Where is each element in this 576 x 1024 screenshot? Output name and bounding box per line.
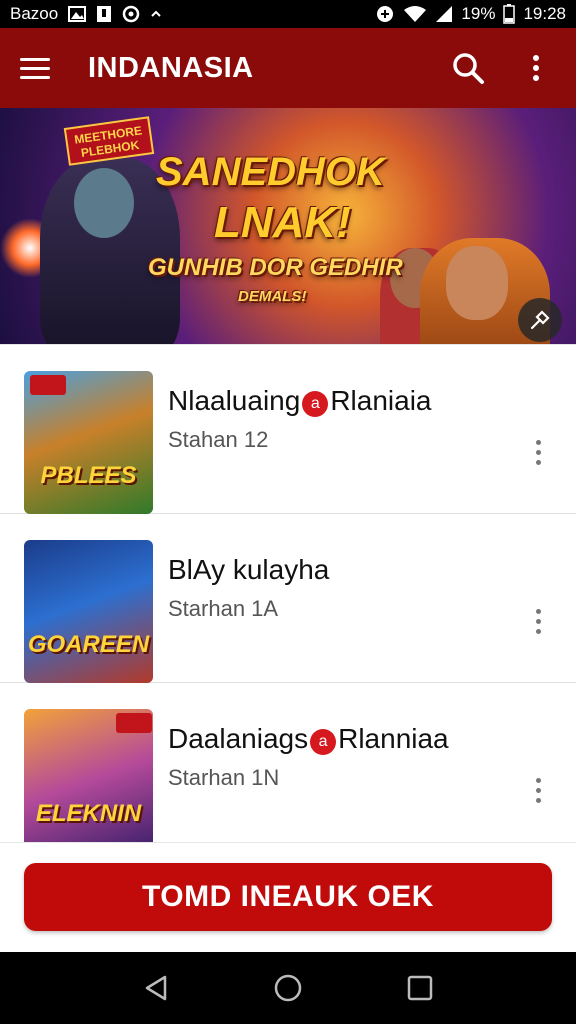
app-bar: INDANASIA [0,28,576,108]
list-item[interactable]: PBLEES Nlaaluaing a Rlaniaia Stahan 12 [0,345,576,514]
menu-icon[interactable] [20,48,60,88]
list-item[interactable]: ELEKNIN Daalaniags a Rlanniaa Starhan 1N [0,683,576,842]
search-icon[interactable] [448,48,488,88]
item-subtitle: Starhan 1N [168,765,280,790]
banner-badge: MEETHORE PLEBHOK [63,116,155,166]
title-badge: a [310,729,337,755]
item-title: Nlaaluaing a Rlaniaia [168,385,432,417]
pin-icon[interactable] [518,298,562,342]
more-vert-icon[interactable] [528,435,548,469]
title-badge: a [302,391,329,417]
status-bar: Bazoo 19% 19:28 [0,0,576,28]
banner-hero-left-head [74,168,134,238]
wifi-icon [403,5,427,23]
list-item[interactable]: GOAREEN BlAy kulayha Starhan 1A [0,514,576,683]
recents-icon[interactable] [400,968,440,1008]
clock: 19:28 [523,4,566,23]
game-thumbnail[interactable]: GOAREEN [24,540,153,683]
app-title: INDANASIA [88,51,254,84]
primary-cta-button[interactable]: TOMD INEAUK OEK [24,863,552,931]
signal-icon [435,5,453,23]
item-title-part: Rlanniaa [338,723,449,754]
thumbnail-badge [116,713,152,733]
banner-title-line1: SANEDHOK [156,150,385,194]
more-vert-icon[interactable] [516,48,556,88]
system-nav-bar [0,952,576,1024]
banner-title-line4: DEMALS! [238,288,307,305]
item-subtitle: Stahan 12 [168,427,269,452]
game-list: PBLEES Nlaaluaing a Rlaniaia Stahan 12 GOA… [0,344,576,842]
battery-percent: 19% [461,4,496,23]
banner-hero-right-head [446,246,508,320]
item-title: Daalaniags a Rlanniaa [168,723,449,755]
sync-notification-icon [122,5,140,23]
carrier-label: Bazoo [10,4,59,23]
home-icon[interactable] [268,968,308,1008]
download-notification-icon [96,5,112,23]
thumbnail-label: PBLEES [40,462,137,489]
promo-banner[interactable]: MEETHORE PLEBHOK SANEDHOK LNAK! GUNHIB D… [0,108,576,344]
battery-icon [503,4,516,24]
thumbnail-label: GOAREEN [27,631,150,658]
item-title: BlAy kulayha [168,554,330,585]
banner-title-line3: GUNHIB DOR GEDHIR [148,254,403,281]
game-thumbnail[interactable]: PBLEES [24,371,153,514]
chevron-up-icon [150,9,162,19]
game-thumbnail[interactable]: ELEKNIN [24,709,153,842]
banner-title-line2: LNAK! [214,198,351,247]
item-title-part: Daalaniags [168,723,309,754]
item-title-part: Rlaniaia [330,385,432,416]
more-vert-icon[interactable] [528,604,548,638]
thumbnail-label: ELEKNIN [35,800,142,827]
item-title-part: Nlaaluaing [168,385,301,416]
more-vert-icon[interactable] [528,773,548,807]
data-saver-icon [375,4,395,24]
back-icon[interactable] [136,968,176,1008]
cta-area: TOMD INEAUK OEK [0,842,576,952]
item-subtitle: Starhan 1A [168,596,279,621]
image-notification-icon [68,6,87,22]
thumbnail-badge [30,375,66,395]
